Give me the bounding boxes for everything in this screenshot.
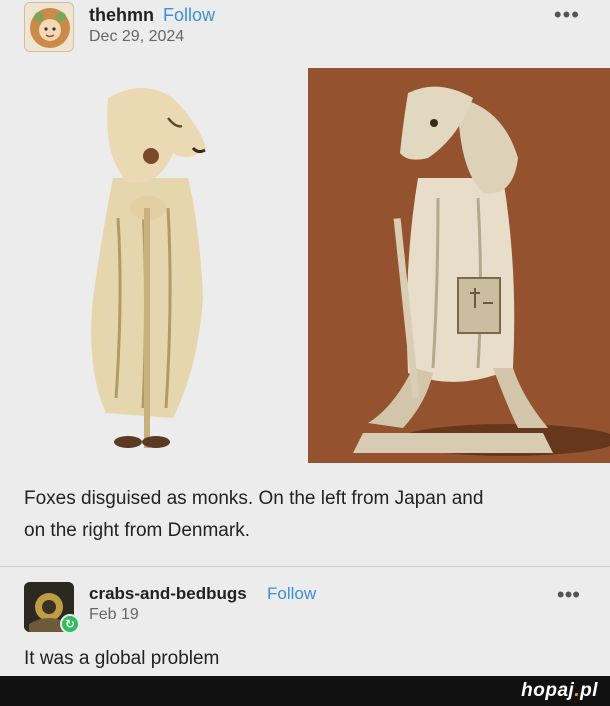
post-caption: Foxes disguised as monks. On the left fr… xyxy=(24,483,584,547)
reblog-text: It was a global problem xyxy=(24,648,220,669)
post-username[interactable]: thehmn xyxy=(89,5,154,26)
caption-line-1: Foxes disguised as monks. On the left fr… xyxy=(24,488,484,509)
danish-fox-monk-image xyxy=(308,68,610,463)
post-date: Dec 29, 2024 xyxy=(89,28,185,45)
reblog-date: Feb 19 xyxy=(89,606,139,623)
watermark: hopaj.pl xyxy=(521,680,598,702)
watermark-tld: pl xyxy=(580,680,598,701)
caption-line-2: on the right from Denmark. xyxy=(24,520,250,541)
reblog-icon: ↻ xyxy=(60,614,80,634)
reblog-username[interactable]: crabs-and-bedbugs xyxy=(89,584,247,604)
avatar-illustration xyxy=(25,3,73,51)
divider xyxy=(0,566,610,567)
watermark-main: hopaj xyxy=(521,680,575,701)
more-options-icon[interactable]: ••• xyxy=(554,4,580,26)
follow-button[interactable]: Follow xyxy=(163,5,215,26)
avatar[interactable] xyxy=(24,2,74,52)
reblog-follow-button[interactable]: Follow xyxy=(267,584,316,604)
reblog-more-options-icon[interactable]: ••• xyxy=(557,584,580,606)
watermark-bar: hopaj.pl xyxy=(0,676,610,706)
japanese-fox-monk-image xyxy=(48,68,298,463)
